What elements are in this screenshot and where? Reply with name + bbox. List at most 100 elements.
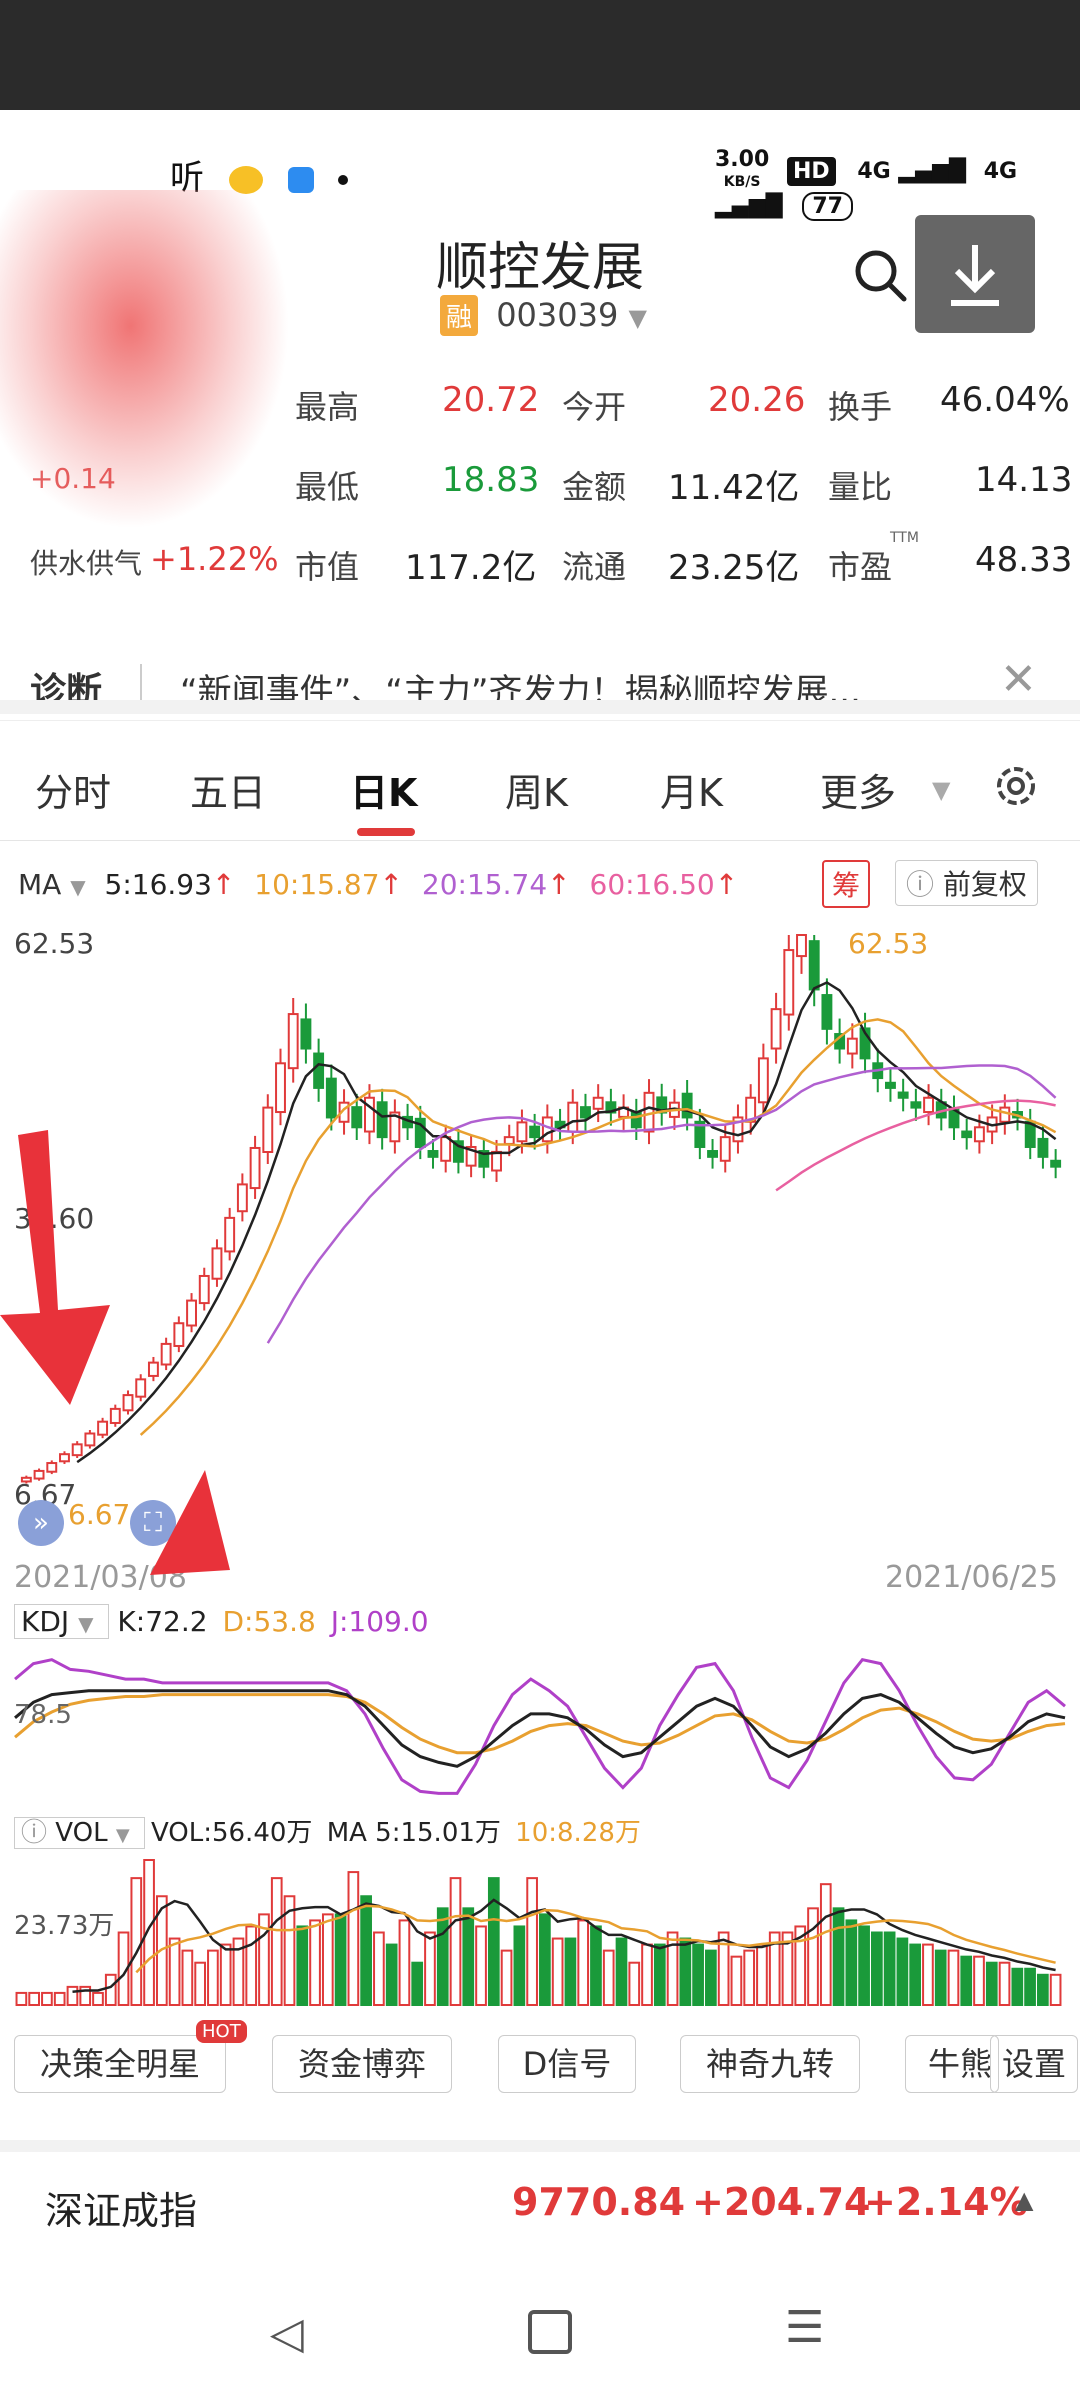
quote-pe-ttm: TTM — [890, 530, 919, 546]
btn-bull-bear[interactable]: 牛熊 — [905, 2035, 999, 2093]
volume-bar — [692, 1943, 704, 2007]
candle-body — [770, 1008, 782, 1050]
ma60-value: 60:16.50 — [589, 868, 715, 901]
candle-body — [592, 1096, 604, 1110]
y-tick-high: 62.53 — [14, 927, 95, 960]
back-icon[interactable]: ◁ — [270, 2308, 304, 2359]
top-dark-bar — [0, 0, 1080, 110]
volume-bar — [194, 1961, 206, 2007]
status-right: 3.00 KB/S HD 4G ▂▄▆█ 4G ▂▄▆█ 77 — [715, 149, 1080, 221]
quote-value-market-cap: 117.2亿 — [405, 548, 537, 588]
volume-bar — [756, 1943, 768, 2007]
volume-bar — [526, 1877, 538, 2006]
sector-name[interactable]: 供水供气 — [30, 542, 142, 582]
volume-bar — [602, 1949, 615, 2006]
volume-bar — [1024, 1967, 1036, 2006]
tab-daily-k[interactable]: 日K — [350, 762, 417, 817]
vol-ma5: MA 5:15.01万 — [326, 1818, 501, 1848]
chip-button[interactable]: 筹 — [822, 860, 871, 908]
kdj-chart[interactable] — [0, 1645, 1080, 1810]
vol-ma10: 10:8.28万 — [515, 1818, 641, 1848]
high-marker-label: 62.53 — [848, 927, 929, 960]
candle-body — [491, 1150, 502, 1172]
quote-value-pe: 48.33 — [975, 540, 1073, 580]
tab-weekly-k[interactable]: 周K — [505, 762, 568, 817]
volume-bar — [947, 1949, 960, 2006]
ma-legend-name[interactable]: MA — [18, 868, 61, 901]
volume-bar — [168, 1937, 181, 2006]
volume-bar — [513, 1925, 526, 2006]
adjust-button[interactable]: ⓘ 前复权 — [895, 860, 1038, 906]
red-arrow-down — [0, 1130, 110, 1405]
candle-body — [923, 1096, 935, 1114]
candle-body — [783, 949, 795, 1016]
volume-bar — [41, 1991, 53, 2007]
volume-bar — [92, 1991, 104, 2007]
quote-label-high: 最高 — [295, 388, 360, 426]
volume-bar — [104, 1973, 117, 2006]
kdj-k: 72.2 — [145, 1605, 208, 1638]
volume-bar — [15, 1991, 28, 2007]
kdj-legend: KDJ ▼ K:72.2 D:53.8 J:109.0 — [14, 1604, 429, 1639]
volume-bar — [922, 1943, 934, 2007]
stock-code-row[interactable]: 融 003039 ▼ — [440, 295, 647, 336]
volume-bar — [705, 1949, 717, 2006]
quote-value-high: 20.72 — [442, 380, 540, 420]
volume-bar — [475, 1925, 487, 2006]
volume-bar — [347, 1871, 360, 2007]
search-icon[interactable] — [850, 245, 910, 305]
volume-bar — [296, 1925, 309, 2006]
download-icon — [951, 245, 999, 306]
candle-body — [910, 1101, 922, 1109]
candle-body — [808, 940, 820, 991]
quote-label-market-cap: 市值 — [295, 548, 360, 586]
volume-bar — [883, 1931, 896, 2006]
volume-bar — [449, 1877, 462, 2006]
chevron-down-icon: ▼ — [628, 304, 647, 332]
signal-bars-icon-2: ▂▄▆█ — [715, 194, 783, 219]
tab-minute[interactable]: 分时 — [35, 762, 111, 817]
volume-bar — [896, 1937, 909, 2006]
quote-value-volume-ratio: 14.13 — [975, 460, 1073, 500]
download-button[interactable] — [915, 215, 1035, 333]
btn-fund-game[interactable]: 资金博弈 — [272, 2035, 452, 2093]
volume-bar — [219, 1943, 232, 2007]
volume-chart[interactable] — [0, 1850, 1080, 2010]
tab-monthly-k[interactable]: 月K — [660, 762, 723, 817]
volume-bar — [615, 1937, 628, 2006]
vol-value: VOL:56.40万 — [150, 1818, 313, 1848]
volume-bar — [309, 1919, 321, 2006]
volume-bar — [181, 1949, 194, 2006]
kdj-selector[interactable]: KDJ ▼ — [14, 1604, 110, 1639]
candle-body — [961, 1130, 973, 1139]
chevron-up-icon[interactable]: ▲ — [1015, 2186, 1033, 2214]
volume-bar — [641, 1943, 653, 2007]
sector-change: +1.22% — [150, 540, 279, 578]
tab-more[interactable]: 更多 — [820, 762, 896, 817]
hd-icon: HD — [786, 156, 836, 186]
vol-selector[interactable]: ⓘ VOL ▼ — [14, 1817, 145, 1849]
tab-five-day[interactable]: 五日 — [190, 762, 266, 817]
chevron-down-icon: ▼ — [932, 776, 951, 804]
candle-body — [351, 1106, 363, 1129]
vol-name: VOL — [55, 1818, 108, 1848]
btn-d-signal[interactable]: D信号 — [498, 2035, 636, 2093]
volume-bar — [973, 1955, 985, 2006]
btn-magic-nine[interactable]: 神奇九转 — [680, 2035, 860, 2093]
volume-bar — [373, 1931, 385, 2006]
btn-decision-star[interactable]: 决策全明星 — [14, 2035, 226, 2093]
gear-icon[interactable] — [990, 760, 1042, 812]
menu-icon[interactable]: ☰ — [785, 2302, 824, 2353]
close-icon[interactable]: ✕ — [1000, 654, 1037, 705]
btn-settings[interactable]: 设置 — [990, 2035, 1078, 2093]
volume-bar — [730, 1955, 743, 2006]
volume-bar — [436, 1907, 449, 2006]
ma10-value: 10:15.87 — [254, 868, 380, 901]
quote-label-turnover: 换手 — [828, 388, 893, 426]
quote-label-float: 流通 — [562, 548, 627, 586]
kdj-name: KDJ — [21, 1605, 70, 1638]
volume-bar — [398, 1919, 411, 2006]
home-icon[interactable] — [528, 2310, 572, 2354]
volume-bar — [500, 1949, 513, 2006]
volume-bar — [245, 1925, 258, 2006]
